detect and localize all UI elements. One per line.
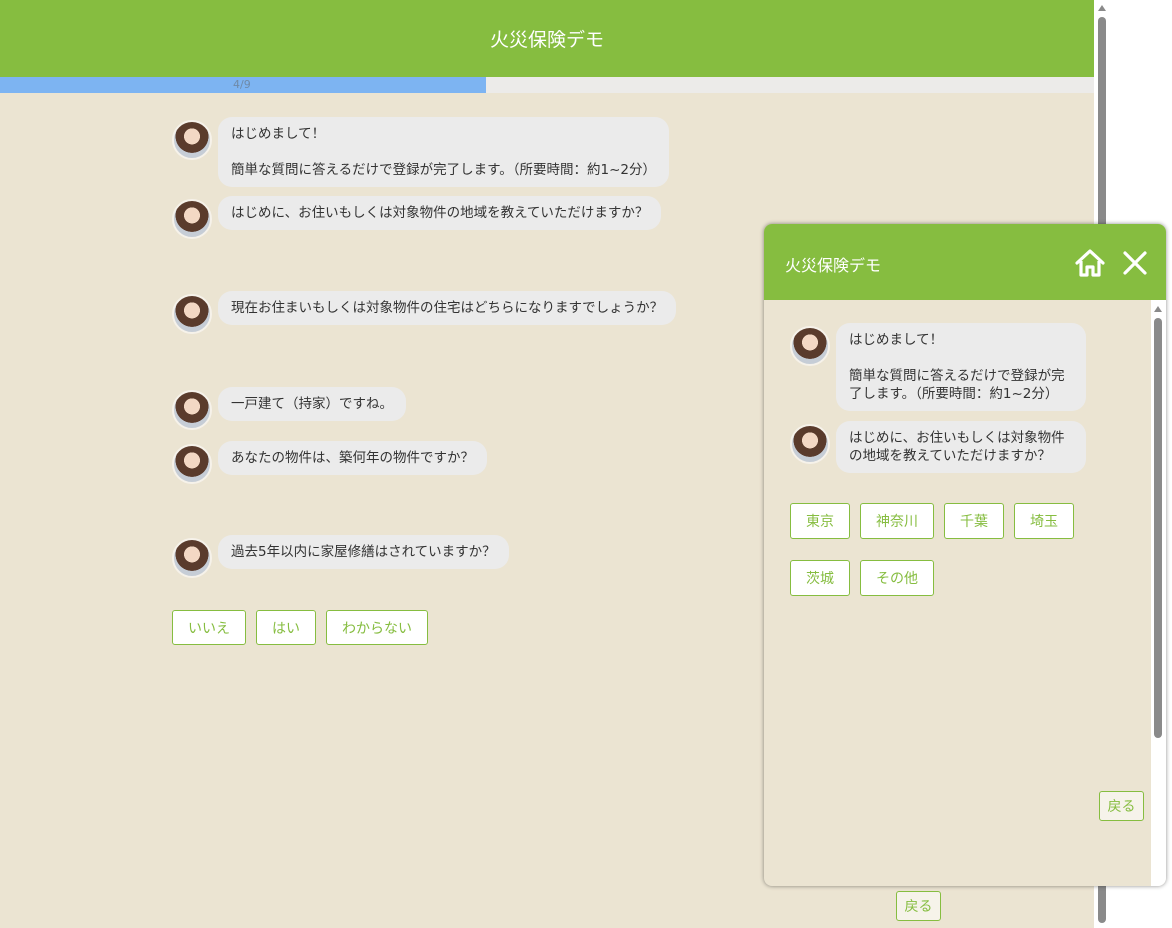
close-icon[interactable] bbox=[1121, 249, 1149, 277]
page-title: 火災保険デモ bbox=[489, 29, 604, 51]
widget-title: 火災保険デモ bbox=[785, 256, 882, 275]
back-button[interactable]: 戻る bbox=[896, 891, 941, 921]
message-text: はじめに、お住いもしくは対象物件の地域を教えていただけますか？ bbox=[231, 205, 649, 221]
answer-button-unknown[interactable]: わからない bbox=[326, 610, 428, 645]
widget-bot-message: はじめまして！ 簡単な質問に答えるだけで登録が完 了します。（所要時間：約1~2… bbox=[790, 323, 1086, 411]
message-bubble: 過去5年以内に家屋修繕はされていますか？ bbox=[218, 535, 509, 569]
progress-label: 4/9 bbox=[233, 78, 251, 91]
message-text: はじめに、お住いもしくは対象物件 bbox=[849, 430, 1065, 446]
operator-avatar bbox=[790, 424, 830, 464]
home-icon[interactable] bbox=[1074, 248, 1106, 278]
scrollbar-thumb[interactable] bbox=[1154, 318, 1162, 738]
message-text: 簡単な質問に答えるだけで登録が完了します。（所要時間：約1~2分） bbox=[231, 162, 656, 178]
message-bubble: 一戸建て（持家）ですね。 bbox=[218, 387, 406, 421]
message-text: あなたの物件は、築何年の物件ですか？ bbox=[231, 450, 474, 466]
region-button-ibaraki[interactable]: 茨城 bbox=[790, 560, 850, 596]
operator-avatar bbox=[172, 199, 212, 239]
bot-message: はじめに、お住いもしくは対象物件の地域を教えていただけますか？ bbox=[172, 196, 662, 239]
operator-avatar bbox=[172, 390, 212, 430]
message-text: 一戸建て（持家）ですね。 bbox=[231, 396, 393, 412]
answer-button-yes[interactable]: はい bbox=[256, 610, 316, 645]
widget-bot-message: はじめに、お住いもしくは対象物件 の地域を教えていただけますか？ bbox=[790, 421, 1086, 473]
scroll-up-icon[interactable] bbox=[1154, 306, 1162, 312]
page-header: 火災保険デモ bbox=[0, 0, 1094, 77]
region-button-saitama[interactable]: 埼玉 bbox=[1014, 503, 1074, 539]
region-button-chiba[interactable]: 千葉 bbox=[944, 503, 1004, 539]
operator-avatar bbox=[172, 538, 212, 578]
widget-header: 火災保険デモ bbox=[764, 224, 1166, 300]
widget-scrollbar[interactable] bbox=[1151, 300, 1166, 886]
bot-message: あなたの物件は、築何年の物件ですか？ bbox=[172, 441, 487, 484]
message-text: 過去5年以内に家屋修繕はされていますか？ bbox=[231, 544, 496, 560]
bot-message: 過去5年以内に家屋修繕はされていますか？ bbox=[172, 535, 509, 578]
message-text: はじめまして！ bbox=[849, 332, 944, 348]
bot-message: 現在お住まいもしくは対象物件の住宅はどちらになりますでしょうか？ bbox=[172, 291, 677, 334]
operator-avatar bbox=[172, 444, 212, 484]
bot-message: はじめまして！ 簡単な質問に答えるだけで登録が完了します。（所要時間：約1~2分… bbox=[172, 117, 669, 187]
message-bubble: 現在お住まいもしくは対象物件の住宅はどちらになりますでしょうか？ bbox=[218, 291, 677, 325]
operator-avatar bbox=[172, 120, 212, 160]
message-bubble: はじめに、お住いもしくは対象物件 の地域を教えていただけますか？ bbox=[836, 421, 1086, 473]
message-text: 了します。（所要時間：約1~2分） bbox=[849, 386, 1059, 402]
message-text: はじめまして！ bbox=[231, 126, 326, 142]
region-button-kanagawa[interactable]: 神奈川 bbox=[860, 503, 934, 539]
message-text: 簡単な質問に答えるだけで登録が完 bbox=[849, 368, 1065, 384]
widget-back-button[interactable]: 戻る bbox=[1099, 791, 1144, 821]
message-bubble: はじめまして！ 簡単な質問に答えるだけで登録が完了します。（所要時間：約1~2分… bbox=[218, 117, 669, 187]
progress-bar: 4/9 bbox=[0, 77, 1094, 93]
operator-avatar bbox=[790, 326, 830, 366]
message-bubble: はじめまして！ 簡単な質問に答えるだけで登録が完 了します。（所要時間：約1~2… bbox=[836, 323, 1086, 411]
scroll-up-icon[interactable] bbox=[1098, 5, 1106, 11]
message-text: の地域を教えていただけますか？ bbox=[849, 448, 1051, 464]
chat-widget: 火災保険デモ はじめまして！ 簡単な質問に答えるだけで登録が完 了します。（所要… bbox=[764, 224, 1166, 886]
message-bubble: あなたの物件は、築何年の物件ですか？ bbox=[218, 441, 487, 475]
message-bubble: はじめに、お住いもしくは対象物件の地域を教えていただけますか？ bbox=[218, 196, 662, 230]
answer-button-no[interactable]: いいえ bbox=[172, 610, 246, 645]
region-button-other[interactable]: その他 bbox=[860, 560, 934, 596]
region-button-tokyo[interactable]: 東京 bbox=[790, 503, 850, 539]
message-text: 現在お住まいもしくは対象物件の住宅はどちらになりますでしょうか？ bbox=[231, 300, 664, 316]
operator-avatar bbox=[172, 294, 212, 334]
bot-message: 一戸建て（持家）ですね。 bbox=[172, 387, 406, 430]
